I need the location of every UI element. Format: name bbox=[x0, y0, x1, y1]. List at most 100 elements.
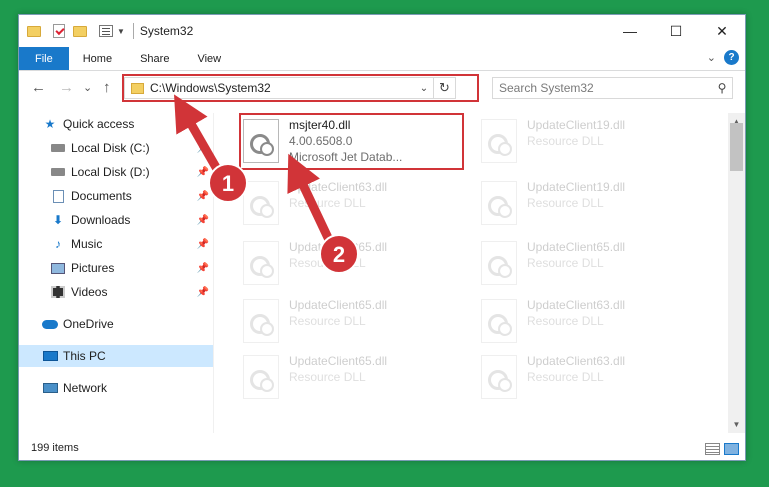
computer-icon bbox=[41, 349, 59, 363]
dll-file-icon bbox=[481, 241, 517, 285]
expand-ribbon-icon[interactable]: ⌄ bbox=[707, 51, 716, 64]
file-type: Resource DLL bbox=[527, 256, 604, 270]
sidebar-item-label: This PC bbox=[63, 349, 106, 363]
sidebar-item-quick-access[interactable]: ★ Quick access bbox=[19, 113, 213, 135]
file-type: Resource DLL bbox=[527, 134, 604, 148]
pin-icon[interactable]: 📌 bbox=[197, 263, 209, 274]
tab-share[interactable]: Share bbox=[126, 47, 183, 70]
address-highlight-box bbox=[122, 74, 479, 102]
file-tile[interactable]: UpdateClient63.dll Resource DLL bbox=[239, 175, 479, 233]
sidebar-item-label: Network bbox=[63, 381, 108, 395]
new-folder-icon[interactable] bbox=[73, 25, 87, 37]
videos-icon bbox=[49, 285, 67, 299]
dll-file-icon bbox=[481, 299, 517, 343]
sidebar-item-videos[interactable]: Videos 📌 bbox=[19, 281, 213, 303]
tab-file[interactable]: File bbox=[19, 47, 69, 70]
item-count: 199 items bbox=[31, 442, 79, 454]
help-icon[interactable]: ? bbox=[724, 50, 739, 65]
dll-file-icon bbox=[481, 355, 517, 399]
file-type: Resource DLL bbox=[289, 314, 366, 328]
file-type: Resource DLL bbox=[289, 370, 366, 384]
file-type: Resource DLL bbox=[527, 196, 604, 210]
sidebar-item-downloads[interactable]: ⬇ Downloads 📌 bbox=[19, 209, 213, 231]
file-name: UpdateClient65.dll bbox=[289, 298, 388, 312]
file-tile[interactable]: UpdateClient63.dll Resource DLL bbox=[477, 293, 717, 351]
forward-button[interactable]: → bbox=[59, 79, 74, 96]
file-type: Resource DLL bbox=[289, 196, 366, 210]
sidebar-item-label: OneDrive bbox=[63, 317, 114, 331]
file-name: UpdateClient19.dll bbox=[527, 180, 626, 194]
sidebar-item-local-disk-d[interactable]: Local Disk (D:) 📌 bbox=[19, 161, 213, 183]
search-box[interactable]: Search System32 ⚲ bbox=[492, 77, 733, 99]
view-switcher bbox=[705, 443, 739, 455]
recent-locations-button[interactable]: ⌄ bbox=[83, 81, 92, 94]
documents-icon bbox=[49, 189, 67, 203]
tab-view[interactable]: View bbox=[183, 47, 235, 70]
pane-divider[interactable] bbox=[213, 113, 214, 433]
sidebar-item-label: Local Disk (C:) bbox=[71, 141, 150, 155]
file-name: UpdateClient65.dll bbox=[289, 240, 388, 254]
file-tile[interactable]: UpdateClient19.dll Resource DLL bbox=[477, 175, 717, 233]
customize-icon[interactable] bbox=[99, 25, 113, 37]
sidebar-item-this-pc[interactable]: This PC bbox=[19, 345, 213, 367]
file-tile[interactable]: UpdateClient65.dll Resource DLL bbox=[239, 349, 479, 407]
navigation-pane: ★ Quick access Local Disk (C:) 📌 Local D… bbox=[19, 113, 213, 433]
file-name: UpdateClient65.dll bbox=[289, 354, 388, 368]
title-separator bbox=[132, 23, 134, 39]
sidebar-item-label: Local Disk (D:) bbox=[71, 165, 150, 179]
pin-icon[interactable]: 📌 bbox=[197, 191, 209, 202]
window-title: System32 bbox=[139, 24, 194, 38]
tiles-view-icon[interactable] bbox=[724, 443, 739, 455]
dll-file-icon bbox=[243, 181, 279, 225]
file-type: Resource DLL bbox=[527, 370, 604, 384]
pin-icon[interactable]: 📌 bbox=[197, 239, 209, 250]
disk-icon bbox=[49, 165, 67, 179]
network-icon bbox=[41, 381, 59, 395]
folder-icon bbox=[27, 25, 41, 37]
dll-file-icon bbox=[481, 119, 517, 163]
file-tile[interactable]: UpdateClient65.dll Resource DLL bbox=[477, 235, 717, 293]
sidebar-item-label: Downloads bbox=[71, 213, 131, 227]
file-name: UpdateClient63.dll bbox=[527, 354, 626, 368]
tab-home[interactable]: Home bbox=[69, 47, 126, 70]
sidebar-item-documents[interactable]: Documents 📌 bbox=[19, 185, 213, 207]
file-type: Resource DLL bbox=[289, 256, 366, 270]
search-icon[interactable]: ⚲ bbox=[712, 81, 732, 95]
pin-icon[interactable]: 📌 bbox=[197, 167, 209, 178]
file-tile[interactable]: UpdateClient65.dll Resource DLL bbox=[239, 293, 479, 351]
file-type: Resource DLL bbox=[527, 314, 604, 328]
vertical-scrollbar[interactable]: ▲ ▼ bbox=[728, 113, 745, 433]
sidebar-item-pictures[interactable]: Pictures 📌 bbox=[19, 257, 213, 279]
dll-file-icon bbox=[481, 181, 517, 225]
cloud-icon bbox=[41, 317, 59, 331]
details-view-icon[interactable] bbox=[705, 443, 720, 455]
search-input[interactable]: Search System32 bbox=[499, 81, 712, 95]
up-button[interactable]: ↑ bbox=[103, 79, 111, 96]
sidebar-item-label: Pictures bbox=[71, 261, 115, 275]
file-tile[interactable]: UpdateClient19.dll Resource DLL bbox=[477, 113, 717, 171]
scroll-thumb[interactable] bbox=[730, 123, 743, 171]
back-button[interactable]: ← bbox=[31, 79, 46, 96]
quick-access-toolbar: ▼ bbox=[19, 23, 140, 39]
dll-file-icon bbox=[243, 355, 279, 399]
sidebar-item-network[interactable]: Network bbox=[19, 377, 213, 399]
pin-icon[interactable]: 📌 bbox=[197, 143, 209, 154]
sidebar-item-music[interactable]: ♪ Music 📌 bbox=[19, 233, 213, 255]
sidebar-item-label: Documents bbox=[71, 189, 132, 203]
minimize-button[interactable]: — bbox=[607, 15, 653, 47]
disk-icon bbox=[49, 141, 67, 155]
close-button[interactable]: ✕ bbox=[699, 15, 745, 47]
sidebar-item-label: Music bbox=[71, 237, 103, 251]
pin-icon[interactable]: 📌 bbox=[197, 287, 209, 298]
scroll-down-icon[interactable]: ▼ bbox=[728, 416, 745, 433]
sidebar-item-onedrive[interactable]: OneDrive bbox=[19, 313, 213, 335]
explorer-window: ▼ System32 — ☐ ✕ File Home Share View ⌄ … bbox=[18, 14, 746, 461]
maximize-button[interactable]: ☐ bbox=[653, 15, 699, 47]
pin-icon[interactable]: 📌 bbox=[197, 215, 209, 226]
qat-dropdown-icon[interactable]: ▼ bbox=[117, 27, 125, 36]
file-tile[interactable]: UpdateClient65.dll Resource DLL bbox=[239, 235, 479, 293]
navigation-bar: ← → ⌄ ↑ C:\Windows\System32 ⌄ ↻ Search S… bbox=[19, 71, 745, 107]
properties-check-icon[interactable] bbox=[53, 24, 65, 38]
file-tile[interactable]: UpdateClient63.dll Resource DLL bbox=[477, 349, 717, 407]
sidebar-item-local-disk-c[interactable]: Local Disk (C:) 📌 bbox=[19, 137, 213, 159]
